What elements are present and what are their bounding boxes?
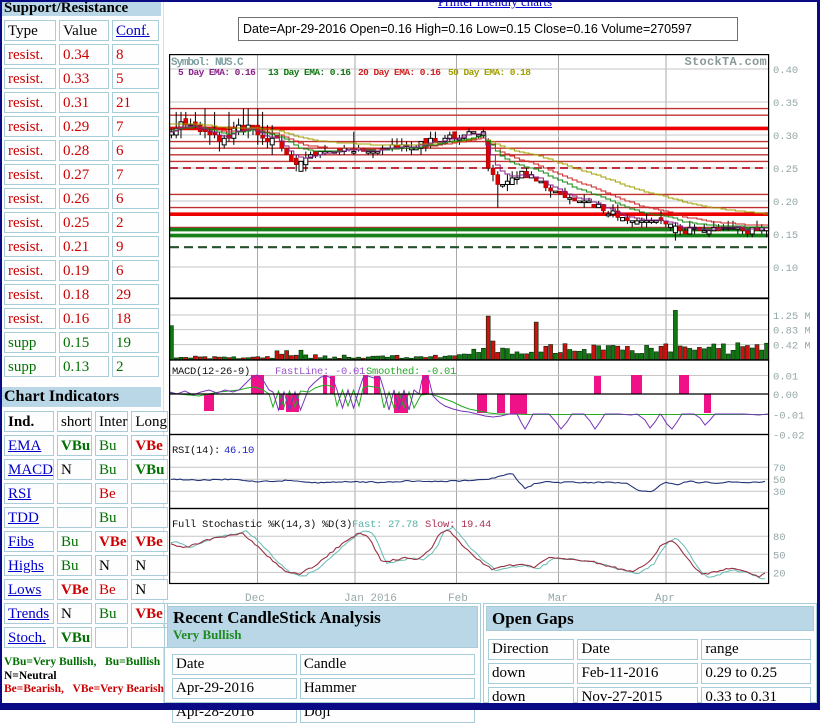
svg-text:50 Day EMA: 0.18: 50 Day EMA: 0.18 xyxy=(448,67,531,78)
svg-text:30: 30 xyxy=(773,487,786,499)
svg-text:-0.02: -0.02 xyxy=(773,431,805,443)
svg-text:-0.01: -0.01 xyxy=(773,411,805,423)
svg-text:50: 50 xyxy=(773,475,786,487)
svg-text:Slow: 19.44: Slow: 19.44 xyxy=(425,519,491,531)
svg-text:Full Stochastic %K(14,3) %D(3): Full Stochastic %K(14,3) %D(3) xyxy=(172,519,352,531)
svg-text:0.00: 0.00 xyxy=(773,390,798,402)
svg-text:RSI(14):: RSI(14): xyxy=(172,445,220,457)
svg-text:Fast: 27.78: Fast: 27.78 xyxy=(352,519,418,531)
svg-text:0.30: 0.30 xyxy=(773,131,798,143)
svg-text:5 Day EMA: 0.16: 5 Day EMA: 0.16 xyxy=(178,67,256,78)
svg-text:46.10: 46.10 xyxy=(224,445,254,457)
svg-text:13 Day EMA: 0.16: 13 Day EMA: 0.16 xyxy=(268,67,351,78)
svg-text:0.15: 0.15 xyxy=(773,230,798,242)
svg-text:0.40: 0.40 xyxy=(773,65,798,77)
svg-text:0.01: 0.01 xyxy=(773,372,798,384)
svg-text:0.25: 0.25 xyxy=(773,164,798,176)
svg-text:FastLine: -0.01: FastLine: -0.01 xyxy=(275,366,365,378)
svg-text:MACD(12-26-9): MACD(12-26-9) xyxy=(172,366,250,378)
svg-text:0.35: 0.35 xyxy=(773,98,798,110)
svg-text:0.20: 0.20 xyxy=(773,197,798,209)
svg-text:50: 50 xyxy=(773,550,786,562)
svg-text:80: 80 xyxy=(773,532,786,544)
svg-text:StockTA.com: StockTA.com xyxy=(684,55,767,69)
svg-text:70: 70 xyxy=(773,463,786,475)
svg-text:20 Day EMA: 0.16: 20 Day EMA: 0.16 xyxy=(358,67,441,78)
svg-text:20: 20 xyxy=(773,568,786,580)
svg-text:0.42 M: 0.42 M xyxy=(773,341,810,353)
svg-text:0.10: 0.10 xyxy=(773,263,798,275)
svg-text:1.25 M: 1.25 M xyxy=(773,311,810,323)
svg-text:Smoothed: -0.01: Smoothed: -0.01 xyxy=(366,366,456,378)
svg-text:0.83 M: 0.83 M xyxy=(773,326,810,338)
